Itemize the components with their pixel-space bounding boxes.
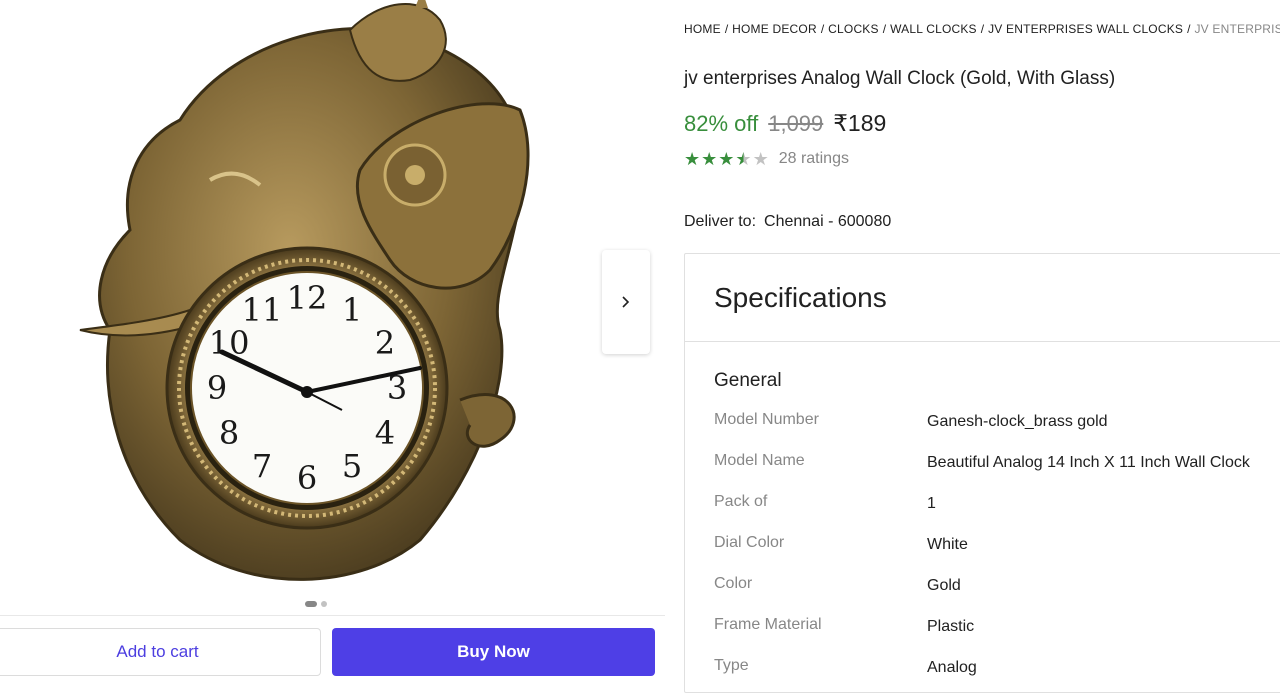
original-price: 1,099 xyxy=(768,111,824,136)
spec-value: Gold xyxy=(927,577,961,594)
spec-value: 1 xyxy=(927,495,936,512)
discount-badge: 82% off xyxy=(684,111,759,136)
breadcrumb-home-decor[interactable]: HOME DECOR xyxy=(732,22,817,36)
breadcrumb-home[interactable]: HOME xyxy=(684,22,721,36)
star-rating: ★ ★ ★ ★ ★ xyxy=(684,150,769,168)
carousel-dot[interactable] xyxy=(321,601,327,607)
spec-key: Type xyxy=(714,657,749,674)
breadcrumb: HOME / HOME DECOR / CLOCKS / WALL CLOCKS / JV EN… xyxy=(684,22,1280,36)
spec-key: Model Name xyxy=(714,452,805,469)
breadcrumb-wall-clocks[interactable]: WALL CLOCKS xyxy=(890,22,977,36)
spec-row: Frame Material Plastic xyxy=(714,616,1274,640)
carousel-dot-active[interactable] xyxy=(305,601,317,607)
spec-key: Frame Material xyxy=(714,616,822,633)
clock-numeral: 4 xyxy=(375,414,395,452)
product-title: jv enterprises Analog Wall Clock (Gold, … xyxy=(684,68,1116,89)
clock-numeral: 8 xyxy=(219,414,239,452)
clock-numeral: 1 xyxy=(342,291,362,329)
clock-numeral: 7 xyxy=(252,447,272,485)
delivery-pincode[interactable]: Chennai - 600080 xyxy=(764,213,891,230)
rating-row[interactable]: ★ ★ ★ ★ ★ 28 ratings xyxy=(684,150,849,168)
buy-now-button[interactable]: Buy Now xyxy=(332,628,655,676)
spec-value: White xyxy=(927,536,968,553)
spec-key: Dial Color xyxy=(714,534,785,551)
breadcrumb-separator: / xyxy=(1187,22,1191,36)
carousel-dots xyxy=(305,601,327,607)
delivery-location[interactable]: Deliver to: Chennai - 600080 xyxy=(684,213,891,231)
spec-value: Plastic xyxy=(927,618,975,635)
chevron-right-icon xyxy=(622,296,630,308)
spec-key: Model Number xyxy=(714,411,819,428)
product-image[interactable]: 12 1234567891011 xyxy=(60,0,600,600)
spec-row: Pack of 1 xyxy=(714,493,1274,517)
half-star-icon: ★ xyxy=(735,149,752,169)
clock-numeral: 5 xyxy=(342,447,362,485)
breadcrumb-separator: / xyxy=(724,22,729,36)
clock-numeral: 12 xyxy=(287,279,328,317)
breadcrumb-clocks[interactable]: CLOCKS xyxy=(828,22,879,36)
spec-row: Model Name Beautiful Analog 14 Inch X 11… xyxy=(714,452,1274,476)
breadcrumb-current: JV ENTERPRISES A xyxy=(1194,22,1280,36)
clock-numeral: 9 xyxy=(207,369,227,407)
star-icon: ★ xyxy=(684,149,701,169)
ratings-count[interactable]: 28 ratings xyxy=(779,150,849,168)
breadcrumb-separator: / xyxy=(980,22,985,36)
spec-value: Ganesh-clock_brass gold xyxy=(927,413,1108,430)
spec-row: Dial Color White xyxy=(714,534,1274,558)
spec-row: Color Gold xyxy=(714,575,1274,599)
clock-numeral: 2 xyxy=(375,324,395,362)
breadcrumb-separator: / xyxy=(820,22,825,36)
action-bar: Add to cart Buy Now xyxy=(0,615,665,682)
product-details: HOME / HOME DECOR / CLOCKS / WALL CLOCKS / JV EN… xyxy=(684,0,1280,693)
add-to-cart-button[interactable]: Add to cart xyxy=(0,628,321,676)
star-icon: ★ xyxy=(718,149,735,169)
image-panel: 12 1 2 3 4 5 6 7 8 9 10 11 Add to cart Buy Now xyxy=(0,0,665,681)
carousel-next-button[interactable] xyxy=(602,250,650,354)
spec-row: Model Number Ganesh-clock_brass gold xyxy=(714,411,1274,435)
empty-star-icon: ★ xyxy=(752,149,769,169)
selling-price: ₹189 xyxy=(833,110,887,136)
spec-key: Pack of xyxy=(714,493,768,510)
spec-row: Type Analog xyxy=(714,657,1274,681)
spec-value: Analog xyxy=(927,659,977,676)
star-icon: ★ xyxy=(701,149,718,169)
clock-numeral: 11 xyxy=(242,291,283,329)
specifications-heading: Specifications xyxy=(685,254,1280,342)
spec-key: Color xyxy=(714,575,753,592)
breadcrumb-brand-clocks[interactable]: JV ENTERPRISES WALL CLOCKS xyxy=(988,22,1183,36)
spec-value: Beautiful Analog 14 Inch X 11 Inch Wall … xyxy=(927,454,1250,471)
specifications-card: Specifications General Model Number Gane… xyxy=(684,253,1280,693)
price-row: 82% off 1,099 ₹189 xyxy=(684,110,886,137)
spec-group-title: General xyxy=(714,370,782,391)
breadcrumb-separator: / xyxy=(882,22,887,36)
deliver-label: Deliver to: xyxy=(684,213,757,230)
clock-numeral: 6 xyxy=(297,459,317,497)
